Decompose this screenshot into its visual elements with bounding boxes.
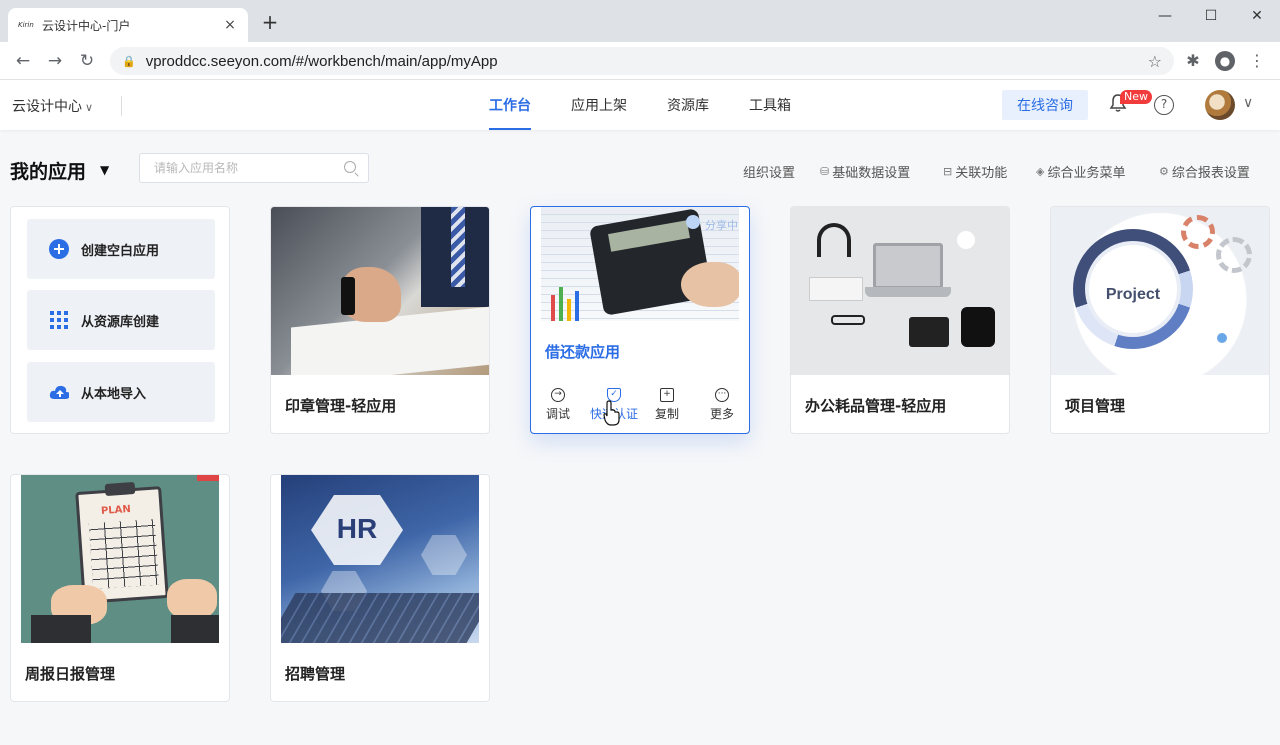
brand-switcher[interactable]: 云设计中心 ∨ xyxy=(12,96,93,116)
project-badge: Project xyxy=(1105,286,1161,303)
app-name: 办公耗品管理-轻应用 xyxy=(805,397,947,415)
link-icon: ⊟ xyxy=(943,165,953,178)
app-name: 招聘管理 xyxy=(285,665,346,683)
plan-badge: PLAN xyxy=(100,503,132,518)
minimize-icon[interactable]: — xyxy=(1142,4,1188,28)
address-bar-row: ← → ↻ 🔒 vproddcc.seeyon.com/#/workbench/… xyxy=(0,42,1280,80)
site-favicon: Kirin xyxy=(18,21,34,29)
related-function-label: 关联功能 xyxy=(955,166,1008,181)
create-from-library-button[interactable]: 从资源库创建 xyxy=(27,290,215,350)
app-name: 项目管理 xyxy=(1065,397,1126,415)
related-function-link[interactable]: ⊟ 关联功能 xyxy=(943,162,1007,181)
gear-icon: ⚙ xyxy=(1159,165,1169,178)
import-local-button[interactable]: 从本地导入 xyxy=(27,362,215,422)
search-icon[interactable] xyxy=(344,161,356,173)
profile-icon[interactable]: ● xyxy=(1215,51,1235,71)
app-header: 云设计中心 ∨ 工作台 应用上架 资源库 工具箱 在线咨询 ? ∨ xyxy=(0,80,1280,130)
share-status: 分享中 xyxy=(705,219,738,232)
nav-workbench[interactable]: 工作台 xyxy=(489,80,531,130)
import-local-label: 从本地导入 xyxy=(81,386,147,402)
app-card-project[interactable]: Project 项目管理 xyxy=(1050,206,1270,434)
create-app-card: 创建空白应用 从资源库创建 从本地导入 xyxy=(10,206,230,434)
nav-toolbox[interactable]: 工具箱 xyxy=(749,80,791,130)
window-close-icon[interactable]: ✕ xyxy=(1234,4,1280,28)
new-badge: New xyxy=(1120,90,1152,104)
cloud-upload-icon xyxy=(49,382,69,402)
database-icon: ⛁ xyxy=(820,165,830,178)
more-action[interactable]: ··· 更多 xyxy=(699,388,745,422)
plus-circle-icon xyxy=(49,239,69,259)
app-name: 周报日报管理 xyxy=(25,665,116,683)
business-menu-link[interactable]: ◈ 综合业务菜单 xyxy=(1036,162,1125,181)
create-blank-app-button[interactable]: 创建空白应用 xyxy=(27,219,215,279)
app-card-recruitment[interactable]: HR 招聘管理 xyxy=(270,474,490,702)
app-name: 印章管理-轻应用 xyxy=(285,397,397,415)
lock-icon: 🔒 xyxy=(122,54,136,68)
more-label: 更多 xyxy=(709,407,734,421)
business-menu-label: 综合业务菜单 xyxy=(1047,166,1126,181)
more-dots-icon: ··· xyxy=(715,388,729,402)
app-card-weekly-report[interactable]: PLAN 周报日报管理 xyxy=(10,474,230,702)
app-card-seal[interactable]: 印章管理-轻应用 xyxy=(270,206,490,434)
tab-close-icon[interactable]: × xyxy=(222,17,238,33)
copy-label: 复制 xyxy=(654,407,679,421)
bookmark-star-icon[interactable]: ☆ xyxy=(1148,52,1162,71)
hr-badge: HR xyxy=(336,513,378,544)
nav-app-shelf[interactable]: 应用上架 xyxy=(571,80,627,130)
extensions-icon[interactable]: ✱ xyxy=(1183,51,1203,71)
arrow-right-circle-icon: → xyxy=(551,388,565,402)
help-icon[interactable]: ? xyxy=(1154,95,1174,115)
caret-down-icon[interactable]: ▼ xyxy=(100,163,109,177)
base-data-settings-link[interactable]: ⛁ 基础数据设置 xyxy=(820,162,910,181)
url-text[interactable]: vproddcc.seeyon.com/#/workbench/main/app… xyxy=(146,53,1148,70)
browser-menu-icon[interactable]: ⋮ xyxy=(1247,51,1267,71)
app-name: 借还款应用 xyxy=(545,343,621,361)
org-settings-link[interactable]: 组织设置 xyxy=(743,162,795,181)
debug-label: 调试 xyxy=(545,407,570,421)
base-data-label: 基础数据设置 xyxy=(832,166,911,181)
browser-tab-bar: Kirin 云设计中心-门户 × + — ☐ ✕ xyxy=(0,0,1280,42)
app-thumbnail: Project xyxy=(1051,207,1269,375)
create-from-library-label: 从资源库创建 xyxy=(81,314,160,330)
new-tab-icon[interactable]: + xyxy=(260,12,280,32)
url-bar[interactable]: 🔒 vproddcc.seeyon.com/#/workbench/main/a… xyxy=(110,47,1174,75)
chevron-down-icon: ∨ xyxy=(85,101,94,114)
report-settings-link[interactable]: ⚙ 综合报表设置 xyxy=(1159,162,1250,181)
app-thumbnail xyxy=(271,207,489,375)
grid-icon xyxy=(49,310,69,330)
browser-tab[interactable]: Kirin 云设计中心-门户 × xyxy=(8,8,248,42)
app-search-input[interactable] xyxy=(139,153,369,183)
brand-label: 云设计中心 xyxy=(12,99,82,115)
divider xyxy=(121,96,122,116)
avatar[interactable] xyxy=(1205,90,1235,120)
back-icon[interactable]: ← xyxy=(12,50,34,72)
maximize-icon[interactable]: ☐ xyxy=(1188,4,1234,28)
tab-title: 云设计中心-门户 xyxy=(42,18,131,33)
nav-resource-library[interactable]: 资源库 xyxy=(667,80,709,130)
online-consult-button[interactable]: 在线咨询 xyxy=(1002,90,1088,120)
forward-icon[interactable]: → xyxy=(44,50,66,72)
layers-icon: ◈ xyxy=(1036,165,1045,178)
page-title[interactable]: 我的应用 xyxy=(10,157,86,184)
report-settings-label: 综合报表设置 xyxy=(1171,166,1250,181)
share-icon xyxy=(686,215,700,229)
org-settings-label: 组织设置 xyxy=(743,166,796,181)
app-thumbnail xyxy=(791,207,1009,375)
copy-action[interactable]: + 复制 xyxy=(644,388,690,422)
hand-cursor-icon xyxy=(603,400,620,426)
chevron-down-icon[interactable]: ∨ xyxy=(1243,95,1253,111)
app-thumbnail: HR xyxy=(281,475,479,643)
debug-action[interactable]: → 调试 xyxy=(535,388,581,422)
copy-icon: + xyxy=(660,388,674,402)
reload-icon[interactable]: ↻ xyxy=(76,50,98,72)
app-card-office[interactable]: 办公耗品管理-轻应用 xyxy=(790,206,1010,434)
app-thumbnail: PLAN xyxy=(21,475,219,643)
create-blank-label: 创建空白应用 xyxy=(81,243,160,259)
